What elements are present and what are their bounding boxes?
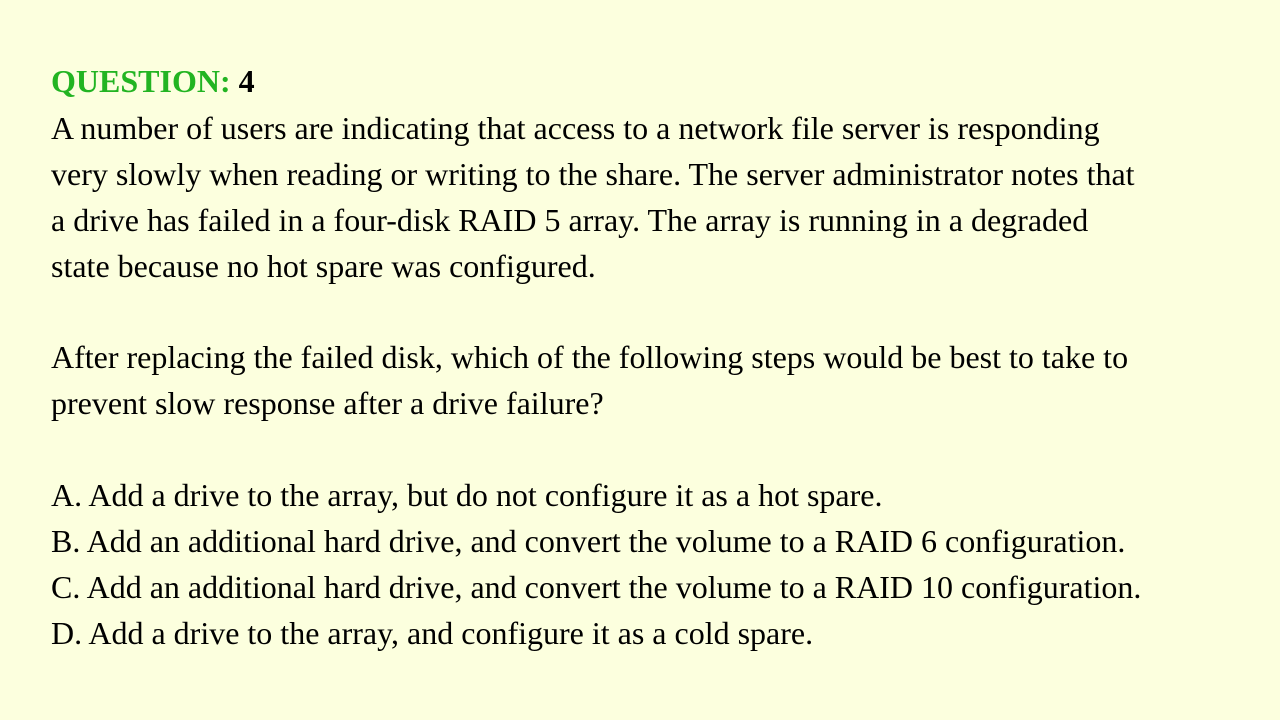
question-heading: QUESTION: 4 bbox=[51, 60, 255, 102]
option-b: B. Add an additional hard drive, and con… bbox=[51, 523, 1126, 559]
option-a: A. Add a drive to the array, but do not … bbox=[51, 477, 883, 513]
stem-line: very slowly when reading or writing to t… bbox=[51, 156, 1135, 192]
prompt-line: After replacing the failed disk, which o… bbox=[51, 339, 1129, 375]
answer-options: A. Add a drive to the array, but do not … bbox=[51, 472, 1141, 656]
question-prompt: After replacing the failed disk, which o… bbox=[51, 334, 1128, 426]
question-slide: QUESTION: 4 A number of users are indica… bbox=[0, 0, 1280, 720]
stem-line: a drive has failed in a four-disk RAID 5… bbox=[51, 202, 1089, 238]
question-label: QUESTION: bbox=[51, 63, 231, 99]
option-d: D. Add a drive to the array, and configu… bbox=[51, 615, 814, 651]
option-c: C. Add an additional hard drive, and con… bbox=[51, 569, 1142, 605]
stem-line: A number of users are indicating that ac… bbox=[51, 110, 1100, 146]
prompt-line: prevent slow response after a drive fail… bbox=[51, 385, 604, 421]
question-stem: A number of users are indicating that ac… bbox=[51, 105, 1135, 289]
question-number: 4 bbox=[238, 63, 255, 99]
stem-line: state because no hot spare was configure… bbox=[51, 248, 596, 284]
